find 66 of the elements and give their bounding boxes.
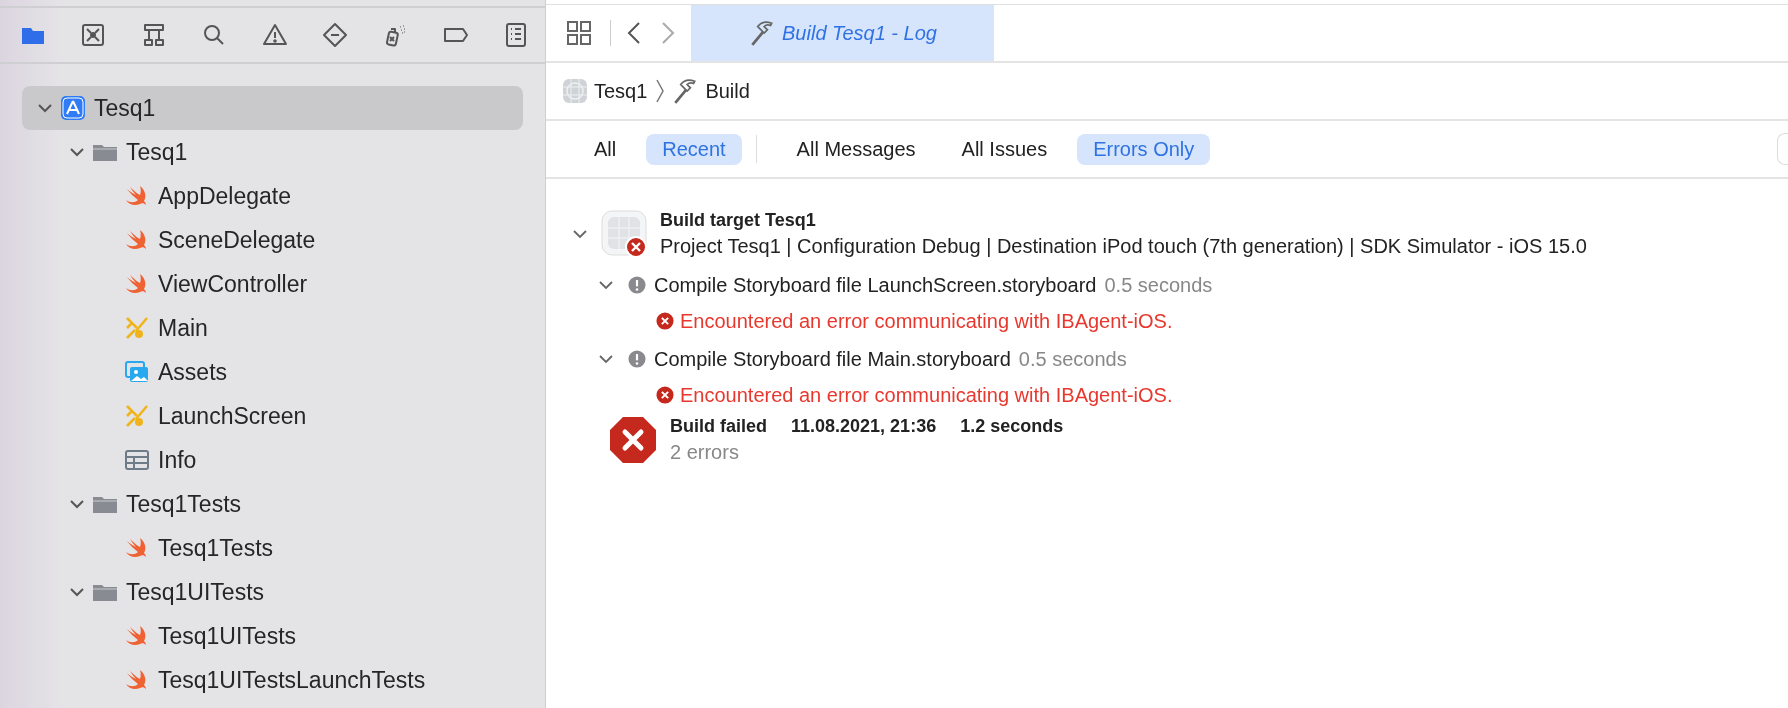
filter-button[interactable]: Errors Only	[1077, 133, 1211, 165]
filter-button[interactable]: All	[578, 133, 633, 165]
file-name[interactable]: Main	[158, 314, 208, 342]
file-name[interactable]: Tesq1Tests	[126, 490, 242, 518]
build-target-details: Project Tesq1 | Configuration Debug | Destination iPod touch (7th generation) | SDK Simulator - iOS 15.0	[660, 235, 1587, 258]
error-message: Encountered an error communicating with IBAgent-iOS.	[680, 309, 1173, 333]
chevron-down-icon[interactable]	[596, 354, 616, 364]
breadcrumb-item[interactable]: Build	[705, 79, 750, 103]
photos-icon	[124, 359, 150, 385]
filter-button[interactable]: All Issues	[945, 133, 1064, 165]
tree-row[interactable]: Tesq1UITests	[22, 614, 523, 658]
pencil-brush-icon	[124, 403, 150, 429]
error-message: Encountered an error communicating with IBAgent-iOS.	[680, 383, 1173, 407]
pencil-brush-icon	[124, 315, 150, 341]
build-status: Build failed	[670, 416, 767, 437]
table-icon	[124, 447, 150, 473]
search-field[interactable]	[1777, 133, 1788, 165]
file-name[interactable]: Tesq1	[126, 138, 188, 166]
file-name[interactable]: Tesq1UITests	[158, 622, 297, 650]
file-name[interactable]: Tesq1UITests	[126, 578, 265, 606]
tree-row[interactable]: LaunchScreen	[22, 394, 523, 438]
breadcrumb-separator-icon	[655, 78, 666, 104]
tree-row[interactable]: Tesq1UITests	[22, 570, 523, 614]
file-name[interactable]: Info	[158, 446, 197, 474]
error-icon	[656, 312, 674, 330]
error-icon	[656, 386, 674, 404]
breadcrumb-item[interactable]: Tesq1	[594, 79, 648, 103]
tree-row[interactable]: Main	[22, 306, 523, 350]
app-grid-icon	[562, 78, 588, 104]
editor-tab[interactable]: Build Tesq1 - Log	[691, 5, 994, 61]
tree-row[interactable]: ViewController	[22, 262, 523, 306]
tree-row[interactable]: Info	[22, 438, 523, 482]
step-title: Compile Storyboard file LaunchScreen.storyboard	[654, 273, 1097, 297]
file-name[interactable]: SceneDelegate	[158, 226, 316, 254]
tree-row[interactable]: Tesq1	[22, 130, 523, 174]
step-duration: 0.5 seconds	[1018, 347, 1127, 371]
filter-button[interactable]: All Messages	[780, 133, 932, 165]
tree-row[interactable]: Tesq1Tests	[22, 526, 523, 570]
file-name[interactable]: Tesq1UITestsLaunchTests	[158, 666, 426, 694]
file-name[interactable]: AppDelegate	[158, 182, 291, 210]
file-name[interactable]: Assets	[158, 358, 228, 386]
exclamation-icon	[628, 276, 646, 294]
tree-row[interactable]: Tesq1	[22, 86, 523, 130]
file-name[interactable]: ViewController	[158, 270, 308, 298]
error-count: 2 errors	[670, 441, 740, 464]
tree-row[interactable]: Tesq1Tests	[22, 482, 523, 526]
filter-button[interactable]: Recent	[646, 133, 742, 165]
app-error-icon	[600, 209, 650, 259]
tree-row[interactable]: Assets	[22, 350, 523, 394]
chevron-down-icon[interactable]	[570, 229, 590, 239]
tree-row[interactable]: Tesq1UITestsLaunchTests	[22, 658, 523, 702]
file-name[interactable]: Tesq1	[94, 94, 156, 122]
file-name[interactable]: LaunchScreen	[158, 402, 307, 430]
app-icon	[60, 95, 86, 121]
chevron-down-icon[interactable]	[596, 280, 616, 290]
step-title: Compile Storyboard file Main.storyboard	[654, 347, 1011, 371]
step-duration: 0.5 seconds	[1104, 273, 1213, 297]
exclamation-icon	[628, 350, 646, 368]
build-date: 11.08.2021, 21:36	[791, 416, 937, 437]
file-name[interactable]: Tesq1Tests	[158, 534, 274, 562]
error-octagon-icon	[608, 415, 658, 465]
build-target-title: Build target Tesq1	[660, 210, 817, 231]
build-duration: 1.2 seconds	[960, 416, 1064, 437]
tree-row[interactable]: AppDelegate	[22, 174, 523, 218]
tree-row[interactable]: SceneDelegate	[22, 218, 523, 262]
tab-title[interactable]: Build Tesq1 - Log	[782, 21, 937, 45]
